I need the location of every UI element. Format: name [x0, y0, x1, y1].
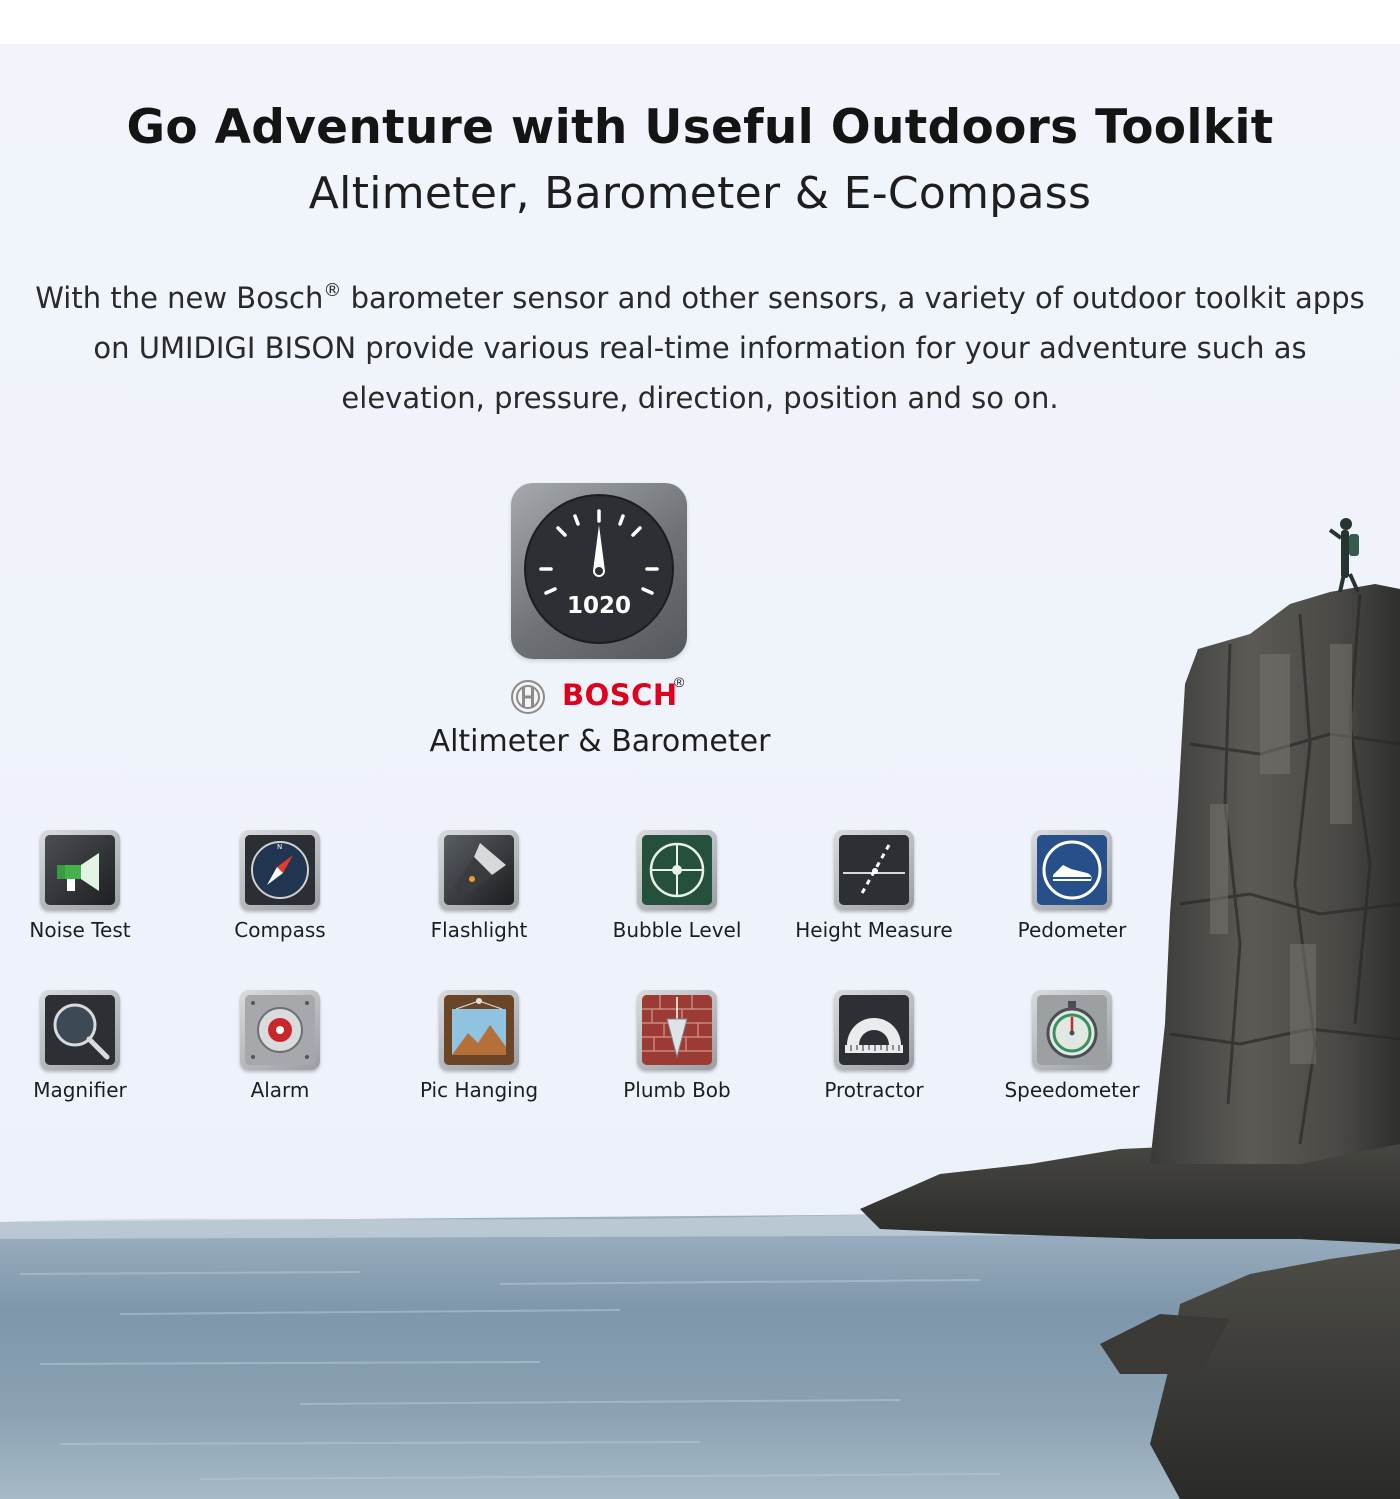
tool-compass[interactable]: N Compass	[190, 830, 370, 960]
tool-alarm[interactable]: Alarm	[190, 990, 370, 1120]
tool-bubble-level[interactable]: Bubble Level	[587, 830, 767, 960]
page-subtitle: Altimeter, Barometer & E-Compass	[308, 168, 1092, 219]
tool-label: Pic Hanging	[419, 1078, 539, 1102]
bosch-wordmark: BOSCH	[562, 678, 678, 712]
magnifier-icon	[45, 995, 115, 1065]
plumb-bob-icon	[642, 995, 712, 1065]
tool-label: Noise Test	[29, 918, 131, 942]
tool-icon-frame	[1032, 830, 1112, 910]
hero-app-label: Altimeter & Barometer	[429, 724, 771, 759]
tool-label: Flashlight	[430, 918, 528, 942]
tool-pedometer[interactable]: Pedometer	[982, 830, 1162, 960]
feature-panel: Go Adventure with Useful Outdoors Toolki…	[0, 44, 1400, 1499]
tool-icon-frame	[240, 990, 320, 1070]
intro-text-part1: With the new Bosch	[35, 281, 324, 315]
tool-icon-frame	[40, 830, 120, 910]
tool-noise-test[interactable]: Noise Test	[0, 830, 170, 960]
tool-label: Pedometer	[1017, 918, 1127, 942]
cliff-sea-scenery	[0, 518, 1400, 1499]
tool-plumb-bob[interactable]: Plumb Bob	[587, 990, 767, 1120]
bosch-registered-mark: ®	[674, 674, 685, 690]
gauge-value: 1020	[566, 593, 631, 619]
tool-magnifier[interactable]: Magnifier	[0, 990, 170, 1120]
tool-icon-frame	[439, 990, 519, 1070]
bosch-brand: BOSCH ®	[510, 674, 700, 716]
tool-label: Bubble Level	[612, 918, 742, 942]
gauge-icon	[524, 494, 674, 644]
tool-speedometer[interactable]: Speedometer	[982, 990, 1162, 1120]
height-measure-icon	[839, 835, 909, 905]
tool-icon-frame	[637, 990, 717, 1070]
registered-mark: ®	[323, 280, 342, 301]
tool-height-measure[interactable]: Height Measure	[784, 830, 964, 960]
tool-pic-hanging[interactable]: Pic Hanging	[389, 990, 569, 1120]
tool-flashlight[interactable]: Flashlight	[389, 830, 569, 960]
tool-icon-frame	[637, 830, 717, 910]
tool-label: Alarm	[250, 1078, 310, 1102]
stopwatch-icon	[1037, 995, 1107, 1065]
tool-icon-frame	[834, 990, 914, 1070]
tool-label: Height Measure	[795, 918, 953, 942]
tool-label: Compass	[234, 918, 326, 942]
hiker-figure	[1328, 518, 1360, 593]
page-title: Go Adventure with Useful Outdoors Toolki…	[126, 100, 1274, 155]
bosch-logo-icon	[511, 680, 545, 714]
tool-icon-frame	[834, 830, 914, 910]
flashlight-icon	[444, 835, 514, 905]
top-strip	[0, 0, 1400, 44]
protractor-icon	[839, 995, 909, 1065]
picture-frame-icon	[444, 995, 514, 1065]
compass-icon: N	[245, 835, 315, 905]
bubble-level-icon	[642, 835, 712, 905]
tool-protractor[interactable]: Protractor	[784, 990, 964, 1120]
tool-label: Magnifier	[33, 1078, 127, 1102]
tool-icon-frame	[439, 830, 519, 910]
altimeter-barometer-app-icon[interactable]: 1020	[511, 483, 687, 659]
svg-text:N: N	[277, 843, 282, 851]
megaphone-icon	[45, 835, 115, 905]
alarm-icon	[245, 995, 315, 1065]
tool-icon-frame: N	[240, 830, 320, 910]
tool-icon-frame	[1032, 990, 1112, 1070]
tool-label: Plumb Bob	[623, 1078, 731, 1102]
tool-label: Speedometer	[1004, 1078, 1140, 1102]
intro-paragraph: With the new Bosch® barometer sensor and…	[20, 266, 1380, 423]
tool-label: Protractor	[824, 1078, 924, 1102]
tool-icon-frame	[40, 990, 120, 1070]
shoe-icon	[1037, 835, 1107, 905]
